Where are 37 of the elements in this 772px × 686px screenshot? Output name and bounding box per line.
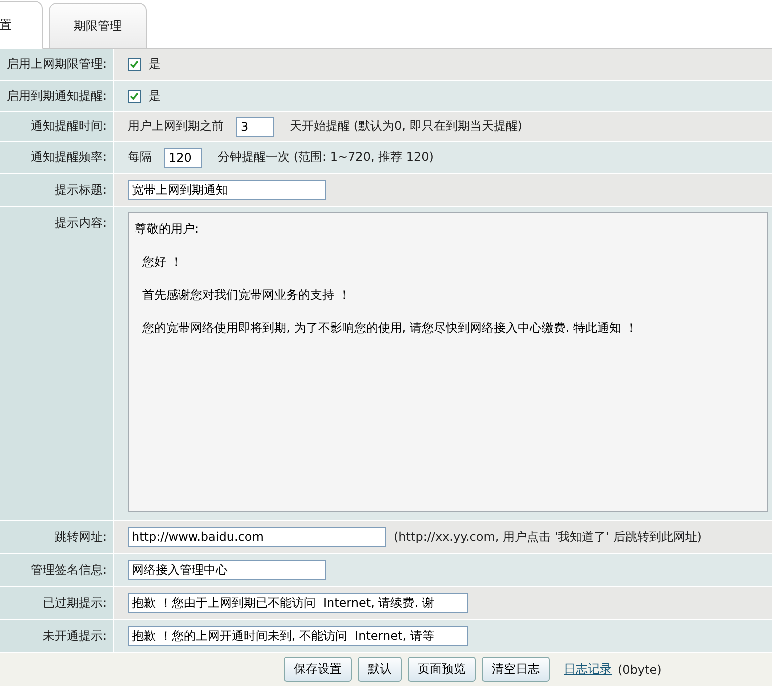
action-button[interactable]: 默认 xyxy=(358,657,402,682)
field-label: 启用上网期限管理: xyxy=(6,56,107,74)
field-label: 通知提醒时间: xyxy=(30,118,107,136)
field-label: 未开通提示: xyxy=(42,628,107,645)
field-label: 提示标题: xyxy=(54,182,107,199)
field-label: 启用到期通知提醒: xyxy=(6,88,107,105)
text-field[interactable]: 抱歉 ！您的上网开通时间未到, 不能访问 Internet, 请等 xyxy=(128,626,468,646)
tab[interactable]: 置 xyxy=(0,1,43,50)
field-hint: 分钟提醒一次 (范围: 1~720, 推荐 120) xyxy=(218,149,434,166)
action-button[interactable]: 清空日志 xyxy=(482,657,550,682)
checkbox[interactable] xyxy=(128,90,141,103)
check-icon xyxy=(130,60,139,70)
checkbox-label: 是 xyxy=(149,88,161,105)
field-label: 管理签名信息: xyxy=(30,562,107,579)
field-hint: (http://xx.yy.com, 用户点击 '我知道了' 后跳转到此网址) xyxy=(394,528,702,546)
check-icon xyxy=(130,92,139,101)
field-prefix: 每隔 xyxy=(128,149,152,166)
field-label: 已过期提示: xyxy=(42,594,107,612)
field-label: 提示内容: xyxy=(54,215,107,232)
text-field[interactable]: 宽带上网到期通知 xyxy=(128,180,326,200)
field-label: 通知提醒频率: xyxy=(30,149,107,166)
text-field[interactable]: http://www.baidu.com xyxy=(128,527,386,548)
field-prefix: 用户上网到期之前 xyxy=(128,118,224,136)
text-field[interactable]: 抱歉 ！您由于上网到期已不能访问 Internet, 请续费. 谢 xyxy=(128,593,468,614)
number-field[interactable]: 3 xyxy=(236,116,274,137)
number-field[interactable]: 120 xyxy=(164,148,202,168)
checkbox[interactable] xyxy=(128,58,141,72)
checkbox-label: 是 xyxy=(149,56,161,74)
log-link[interactable]: 日志记录 xyxy=(564,661,612,678)
text-field[interactable]: 网络接入管理中心 xyxy=(128,560,326,580)
field-label: 跳转网址: xyxy=(54,528,107,546)
message-field[interactable]: 尊敬的用户: 您好 ！ 首先感谢您对我们宽带网业务的支持 ！ 您的宽带网络使用即将到期, 为了不影响您的使用, 请您尽快到网络接入中心缴费. 特此通知 ！ xyxy=(128,212,768,512)
log-size: (0byte) xyxy=(618,662,662,677)
field-hint: 天开始提醒 (默认为0, 即只在到期当天提醒) xyxy=(290,118,522,136)
action-button[interactable]: 保存设置 xyxy=(284,657,352,682)
tab[interactable]: 期限管理 xyxy=(49,3,147,50)
action-button[interactable]: 页面预览 xyxy=(408,657,476,682)
